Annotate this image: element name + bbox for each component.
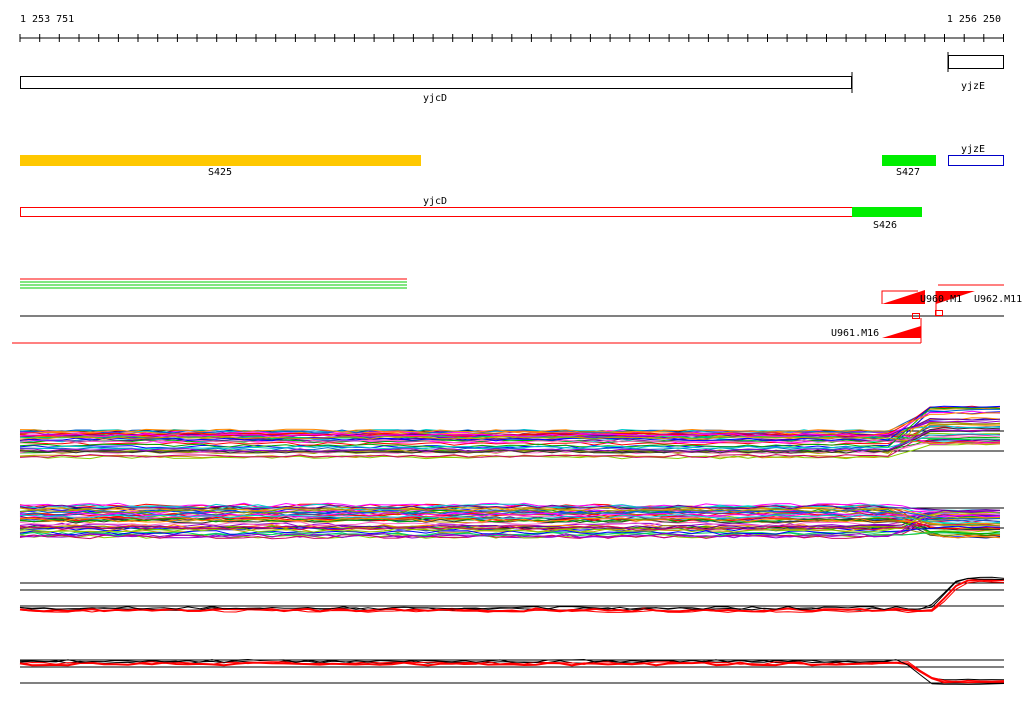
probe-u962-label: U962.M11 (974, 294, 1022, 305)
gene-yjzE-label: yjzE (961, 81, 985, 92)
segment-s427-label: S427 (896, 167, 920, 178)
genome-browser-viewer: 1 253 751 1 256 250 yjcD yjzE S425 S427 … (12, 14, 1022, 685)
expression-profile-track-4 (19, 658, 1005, 685)
gene-yjcD-box[interactable] (20, 76, 852, 89)
gene-yjcD-label: yjcD (423, 93, 447, 104)
probe-u960-wedge[interactable] (882, 290, 925, 304)
probe-u960-label: U960.M1 (920, 294, 962, 305)
segment-s427-bar[interactable] (882, 155, 936, 166)
gene-yjzE-blue-box[interactable] (948, 155, 1004, 166)
expression-profile-track-3 (19, 576, 1005, 614)
segment-s425-label: S425 (208, 167, 232, 178)
coordinate-ruler: 1 253 751 1 256 250 (19, 14, 1004, 42)
expression-profile-line (19, 412, 1001, 433)
ruler-end-label: 1 256 250 (947, 14, 1001, 25)
expression-profile-line (19, 423, 1001, 436)
segment-s425-bar[interactable] (20, 155, 421, 166)
segment-s426-bar[interactable] (852, 207, 922, 217)
gene-yjcD-red-box[interactable] (20, 207, 922, 217)
gene-yjcD-red-label: yjcD (423, 196, 447, 207)
gene-yjzE-box[interactable] (948, 55, 1004, 69)
expression-profile-line (19, 661, 1005, 684)
gene-yjzE-blue-label: yjzE (961, 144, 985, 155)
probe-u961-wedge[interactable] (882, 326, 921, 338)
ruler-start-label: 1 253 751 (20, 14, 74, 25)
gene-annotation-track: yjcD yjzE (20, 52, 1004, 104)
expression-profile-track-1 (19, 405, 1004, 460)
probe-junction-box-right (935, 310, 943, 316)
expression-profile-track-2 (19, 502, 1004, 540)
segment-track: S425 S427 yjzE yjcD S426 (20, 144, 1004, 231)
probe-u961-label: U961.M16 (831, 328, 879, 339)
expression-profile-line (19, 408, 1000, 434)
probe-track: U960.M1 U962.M11 U961.M16 (12, 278, 1022, 344)
segment-s426-label: S426 (873, 220, 897, 231)
